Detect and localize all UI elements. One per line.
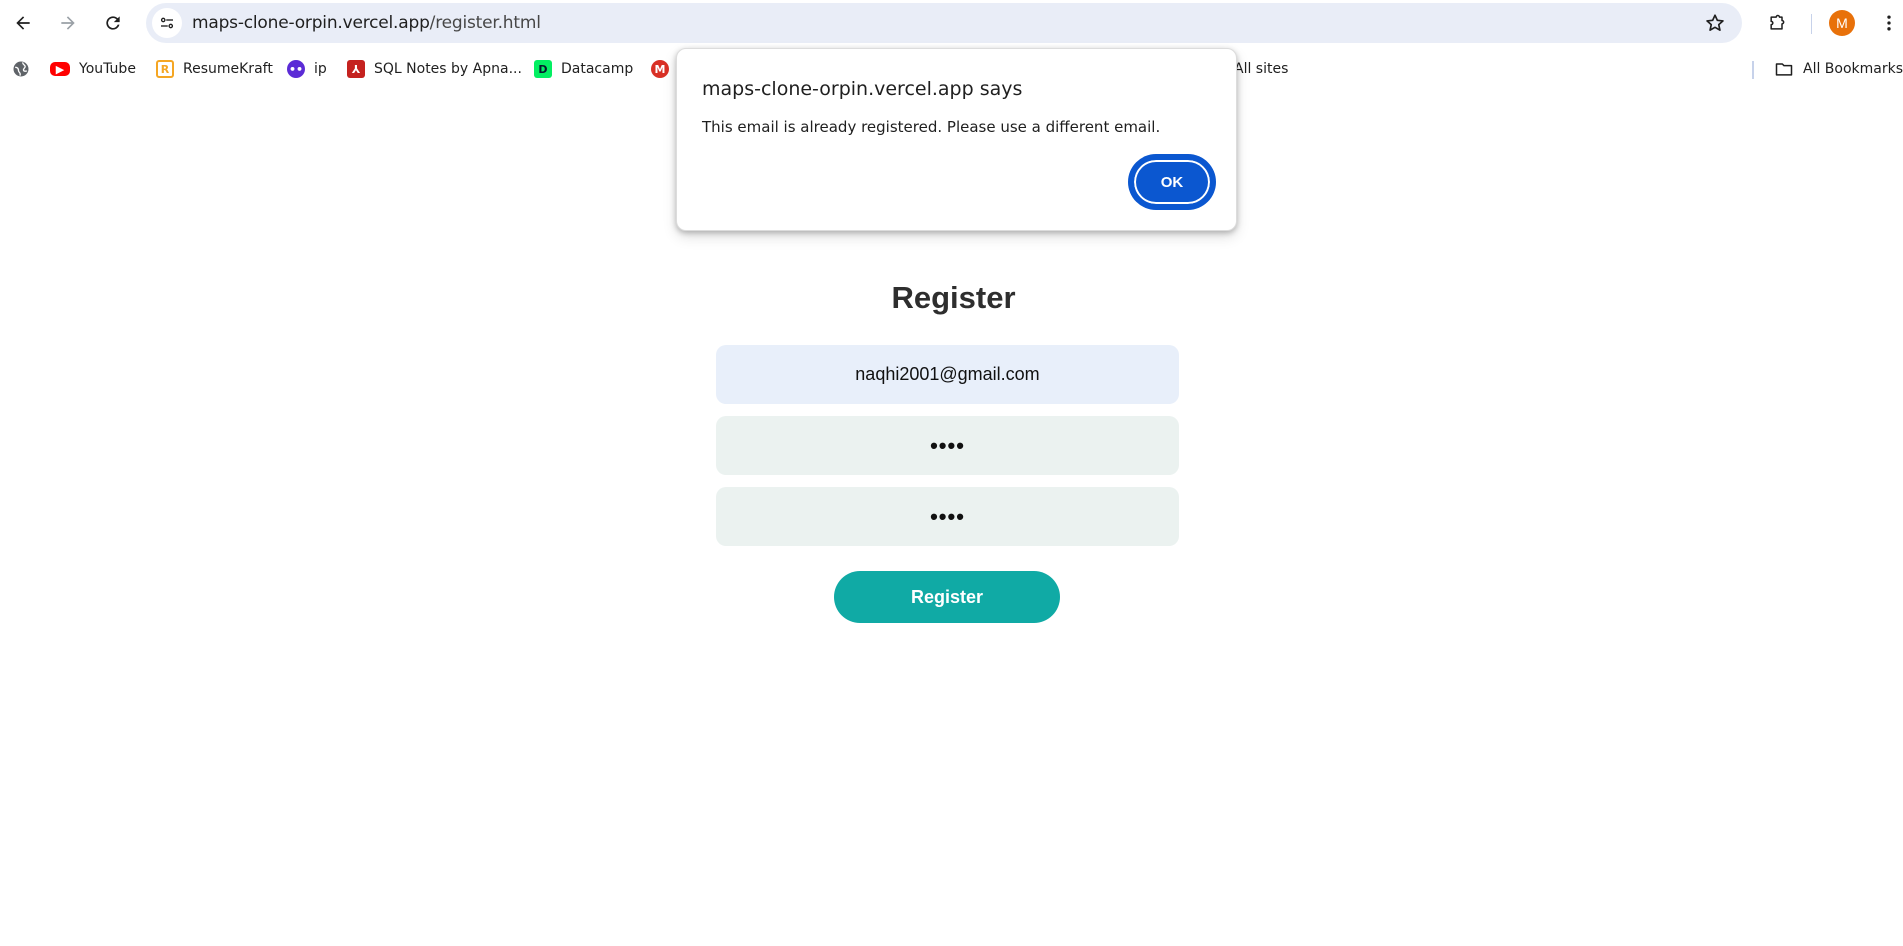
bookmark-sql-notes[interactable]: ⅄ SQL Notes by Apna... xyxy=(347,57,522,81)
all-bookmarks-button[interactable]: All Bookmarks xyxy=(1774,57,1903,81)
resumekraft-icon: R xyxy=(156,60,174,78)
more-vert-icon xyxy=(1887,15,1891,31)
alert-dialog: maps-clone-orpin.vercel.app says This em… xyxy=(676,48,1237,231)
dialog-title: maps-clone-orpin.vercel.app says xyxy=(702,78,1023,100)
address-bar[interactable]: maps-clone-orpin.vercel.app/register.htm… xyxy=(146,3,1742,43)
extensions-button[interactable] xyxy=(1761,7,1793,39)
reload-icon xyxy=(106,16,120,30)
forward-button[interactable] xyxy=(52,7,84,39)
password-field[interactable]: •••• xyxy=(716,416,1179,475)
pdf-icon: ⅄ xyxy=(347,60,365,78)
youtube-icon: ▶ xyxy=(50,62,70,76)
bookmark-datacamp[interactable]: D Datacamp xyxy=(534,57,633,81)
bookmark-label: ip xyxy=(314,61,327,77)
dialog-message: This email is already registered. Please… xyxy=(702,118,1161,136)
bookmark-all-sites[interactable]: All sites xyxy=(1234,57,1288,81)
bookmark-star-icon[interactable] xyxy=(1704,12,1726,34)
url-path: /register.html xyxy=(429,13,541,33)
bookmark-label: YouTube xyxy=(79,61,136,77)
browser-toolbar: maps-clone-orpin.vercel.app/register.htm… xyxy=(0,0,1903,46)
bookmark-label: SQL Notes by Apna... xyxy=(374,61,522,77)
bookmark-label: ResumeKraft xyxy=(183,61,273,77)
arrow-left-icon xyxy=(16,16,30,30)
bookmark-ip[interactable]: •• ip xyxy=(287,57,327,81)
menu-button[interactable] xyxy=(1873,7,1903,39)
bookmark-label: Datacamp xyxy=(561,61,634,77)
ip-icon: •• xyxy=(287,60,305,78)
toolbar-divider xyxy=(1811,14,1812,34)
url-text: maps-clone-orpin.vercel.app/register.htm… xyxy=(192,13,541,33)
bookmark-resumekraft[interactable]: R ResumeKraft xyxy=(156,57,273,81)
arrow-right-icon xyxy=(61,16,75,30)
ok-button[interactable]: OK xyxy=(1132,158,1212,206)
apps-button[interactable] xyxy=(11,57,31,81)
bookmark-label: All sites xyxy=(1234,61,1289,77)
puzzle-icon xyxy=(1770,14,1785,30)
site-info-button[interactable] xyxy=(152,8,182,38)
folder-icon xyxy=(1775,63,1793,76)
url-host: maps-clone-orpin.vercel.app xyxy=(192,13,430,33)
reload-button[interactable] xyxy=(97,7,129,39)
tune-icon xyxy=(160,17,174,29)
datacamp-icon: D xyxy=(534,60,552,78)
all-bookmarks-label: All Bookmarks xyxy=(1803,61,1903,77)
email-field[interactable]: naqhi2001@gmail.com xyxy=(716,345,1179,404)
bookmark-youtube[interactable]: ▶ YouTube xyxy=(50,57,136,81)
gmail-icon: M xyxy=(651,60,669,78)
bookmarks-divider xyxy=(1752,61,1754,79)
profile-avatar[interactable]: M xyxy=(1829,10,1855,36)
register-button[interactable]: Register xyxy=(834,571,1060,623)
page-title: Register xyxy=(891,280,1016,315)
bookmark-gmail[interactable]: M xyxy=(651,57,678,81)
back-button[interactable] xyxy=(7,7,39,39)
globe-icon xyxy=(13,61,29,77)
confirm-password-field[interactable]: •••• xyxy=(716,487,1179,546)
